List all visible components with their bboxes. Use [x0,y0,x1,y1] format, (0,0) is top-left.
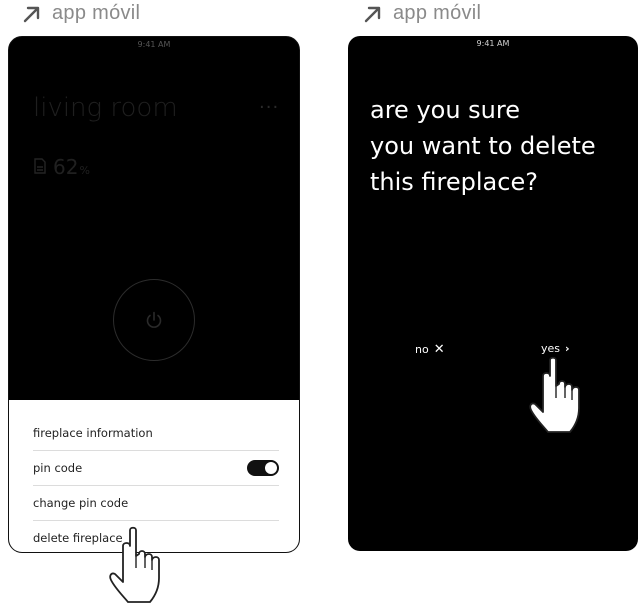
chevron-right-icon: › [565,342,570,355]
menu-item-label: change pin code [33,496,129,510]
right-caption-text: app móvil [393,2,482,24]
no-button[interactable]: no ✕ [415,342,445,357]
left-phone-screen: 9:41 AM living room ··· 62 % fireplace i… [8,36,300,553]
arrow-up-right-icon [364,6,381,22]
battery-unit: % [79,164,90,177]
battery-value: 62 [53,155,79,179]
more-icon[interactable]: ··· [259,97,279,118]
delete-confirmation-text: are you sure you want to delete this fir… [370,92,596,200]
document-icon [34,158,46,174]
status-time: 9:41 AM [476,39,510,48]
menu-item-change-pin-code[interactable]: change pin code [33,486,279,521]
yes-label: yes [541,342,561,355]
question-line: this fireplace? [370,168,538,196]
menu-item-label: pin code [33,461,83,475]
left-caption-text: app móvil [52,2,141,24]
left-caption: app móvil [22,2,140,25]
question-line: are you sure [370,96,520,124]
right-phone-screen: 9:41 AM are you sure you want to delete … [348,36,638,551]
pointing-hand-icon [109,526,160,603]
menu-item-pin-code[interactable]: pin code [33,451,279,486]
power-button[interactable] [113,279,195,361]
arrow-up-right-icon [23,6,40,22]
toggle-knob [265,462,277,474]
power-icon [146,311,162,328]
pin-code-toggle[interactable] [247,460,279,476]
close-icon: ✕ [433,342,445,357]
yes-button[interactable]: yes › [541,342,570,355]
pointing-hand-icon [529,356,580,433]
no-label: no [415,343,429,356]
right-caption: app móvil [363,2,481,25]
status-time: 9:41 AM [137,40,171,49]
menu-item-fireplace-information[interactable]: fireplace information [33,416,279,451]
menu-item-label: fireplace information [33,426,153,440]
question-line: you want to delete [370,132,596,160]
room-title: living room [33,93,178,123]
battery-level: 62 % [33,155,90,179]
